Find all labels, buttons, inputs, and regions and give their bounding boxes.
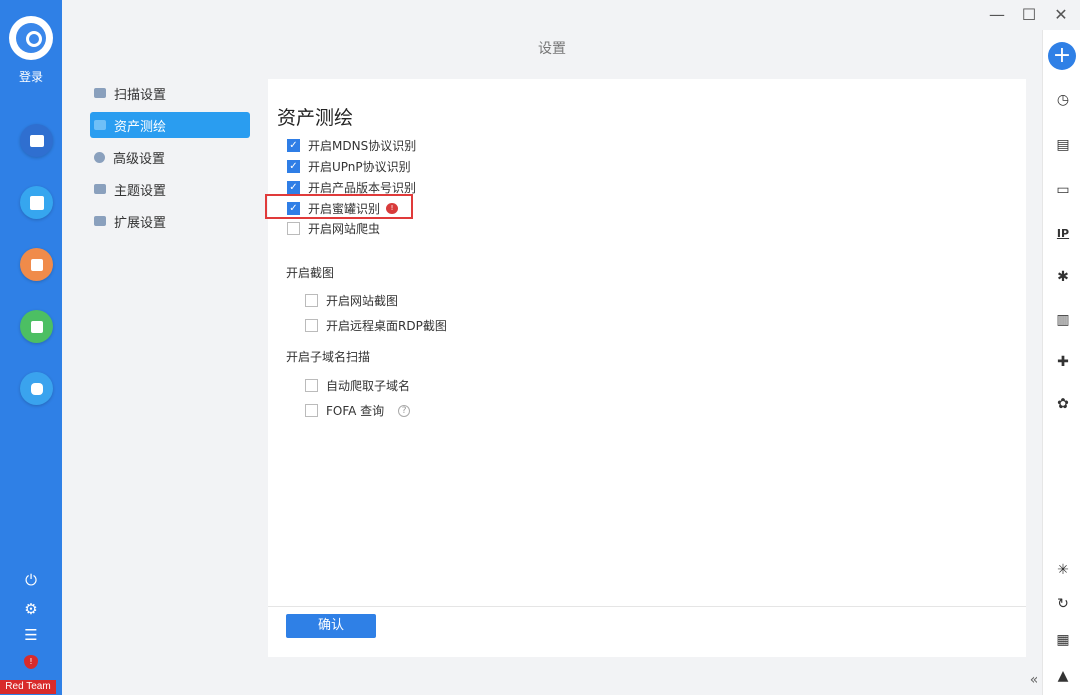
option-auto-crawl-subdomain[interactable]: 自动爬取子域名 bbox=[305, 377, 410, 394]
gear-icon[interactable]: ⚙ bbox=[0, 600, 62, 618]
redteam-badge: Red Team bbox=[0, 680, 56, 694]
refresh-icon[interactable]: ↻ bbox=[1053, 594, 1073, 614]
debug-icon[interactable]: ✳ bbox=[1053, 560, 1073, 580]
bug-icon[interactable]: ✱ bbox=[1053, 267, 1073, 287]
left-rail: 登录 ⏻ ⚙ ☰ ! Red Team bbox=[0, 0, 62, 695]
footer-divider bbox=[268, 606, 1026, 607]
plugin-icon[interactable]: ✚ bbox=[1053, 352, 1073, 372]
bar-chart-icon[interactable]: ▥ bbox=[1053, 310, 1073, 330]
title-bar: 设置 bbox=[62, 0, 1042, 78]
checkbox[interactable]: ✓ bbox=[287, 202, 300, 215]
gear-icon bbox=[94, 151, 105, 163]
checkbox[interactable] bbox=[287, 222, 300, 235]
login-link[interactable]: 登录 bbox=[0, 68, 62, 85]
redteam-heart-icon: ! bbox=[24, 655, 38, 669]
scan-module-button[interactable] bbox=[20, 124, 53, 157]
option-web-screenshot[interactable]: 开启网站截图 bbox=[305, 292, 398, 309]
option-honeypot[interactable]: ✓ 开启蜜罐识别! bbox=[287, 200, 399, 217]
plus-icon[interactable]: + bbox=[1048, 42, 1076, 70]
option-fofa-query[interactable]: FOFA 查询? bbox=[305, 402, 411, 419]
page-title: 设置 bbox=[538, 41, 566, 57]
confirm-button[interactable]: 确认 bbox=[286, 614, 376, 638]
option-upnp[interactable]: ✓ 开启UPnP协议识别 bbox=[287, 158, 411, 175]
power-icon[interactable]: ⏻ bbox=[0, 571, 62, 589]
document-icon[interactable]: ▤ bbox=[1053, 135, 1073, 155]
option-web-crawler[interactable]: 开启网站爬虫 bbox=[287, 220, 380, 237]
checkbox[interactable] bbox=[305, 294, 318, 307]
plugin-module-button[interactable] bbox=[20, 372, 53, 405]
notes-icon[interactable]: ▦ bbox=[1053, 630, 1073, 650]
vuln-module-button[interactable] bbox=[20, 248, 53, 281]
nav-item-advanced-settings[interactable]: 高级设置 bbox=[90, 144, 250, 170]
option-mdns[interactable]: ✓ 开启MDNS协议识别 bbox=[287, 137, 416, 154]
checkbox[interactable]: ✓ bbox=[287, 181, 300, 194]
nav-item-extension-settings[interactable]: 扩展设置 bbox=[90, 208, 250, 234]
server-module-button[interactable] bbox=[20, 186, 53, 219]
menu-icon[interactable]: ☰ bbox=[0, 626, 62, 644]
checkbox[interactable]: ✓ bbox=[287, 139, 300, 152]
help-icon[interactable]: ? bbox=[398, 404, 411, 417]
maximize-button[interactable]: ☐ bbox=[1018, 4, 1040, 26]
settings-nav: 扫描设置 资产测绘 高级设置 主题设置 扩展设置 bbox=[90, 80, 250, 240]
map-icon bbox=[94, 120, 106, 130]
honeypot-heart-icon: ! bbox=[386, 203, 399, 214]
collapse-icon[interactable]: « bbox=[1024, 670, 1044, 690]
screenshot-section-label: 开启截图 bbox=[286, 266, 335, 280]
shirt-icon bbox=[94, 184, 106, 194]
right-rail: + ◷ ▤ ▭ IP ✱ ▥ ✚ ✿ ✳ ↻ ▦ ▲ bbox=[1042, 30, 1080, 695]
minimize-button[interactable]: — bbox=[986, 4, 1008, 26]
subdomain-section-label: 开启子域名扫描 bbox=[286, 350, 371, 364]
checkbox[interactable] bbox=[305, 404, 318, 417]
settings-panel: 资产测绘 ✓ 开启MDNS协议识别 ✓ 开启UPnP协议识别 ✓ 开启产品版本号识别 … bbox=[265, 79, 1026, 657]
ip-icon[interactable]: IP bbox=[1053, 224, 1073, 244]
checkbox[interactable] bbox=[305, 379, 318, 392]
nav-item-asset-mapping[interactable]: 资产测绘 bbox=[90, 112, 250, 138]
report-module-button[interactable] bbox=[20, 310, 53, 343]
scan-icon bbox=[94, 88, 106, 98]
puzzle-icon bbox=[94, 216, 106, 226]
checkbox[interactable] bbox=[305, 319, 318, 332]
clock-icon[interactable]: ◷ bbox=[1053, 90, 1073, 110]
monitor-icon[interactable]: ▭ bbox=[1053, 180, 1073, 200]
app-logo[interactable] bbox=[9, 16, 53, 60]
checkbox[interactable]: ✓ bbox=[287, 160, 300, 173]
warning-icon[interactable]: ▲ bbox=[1053, 666, 1073, 686]
section-title: 资产测绘 bbox=[277, 107, 354, 129]
nav-item-theme-settings[interactable]: 主题设置 bbox=[90, 176, 250, 202]
close-button[interactable]: ✕ bbox=[1050, 4, 1072, 26]
nav-item-scan-settings[interactable]: 扫描设置 bbox=[90, 80, 250, 106]
option-rdp-screenshot[interactable]: 开启远程桌面RDP截图 bbox=[305, 317, 447, 334]
settings-plugin-icon[interactable]: ✿ bbox=[1053, 394, 1073, 414]
